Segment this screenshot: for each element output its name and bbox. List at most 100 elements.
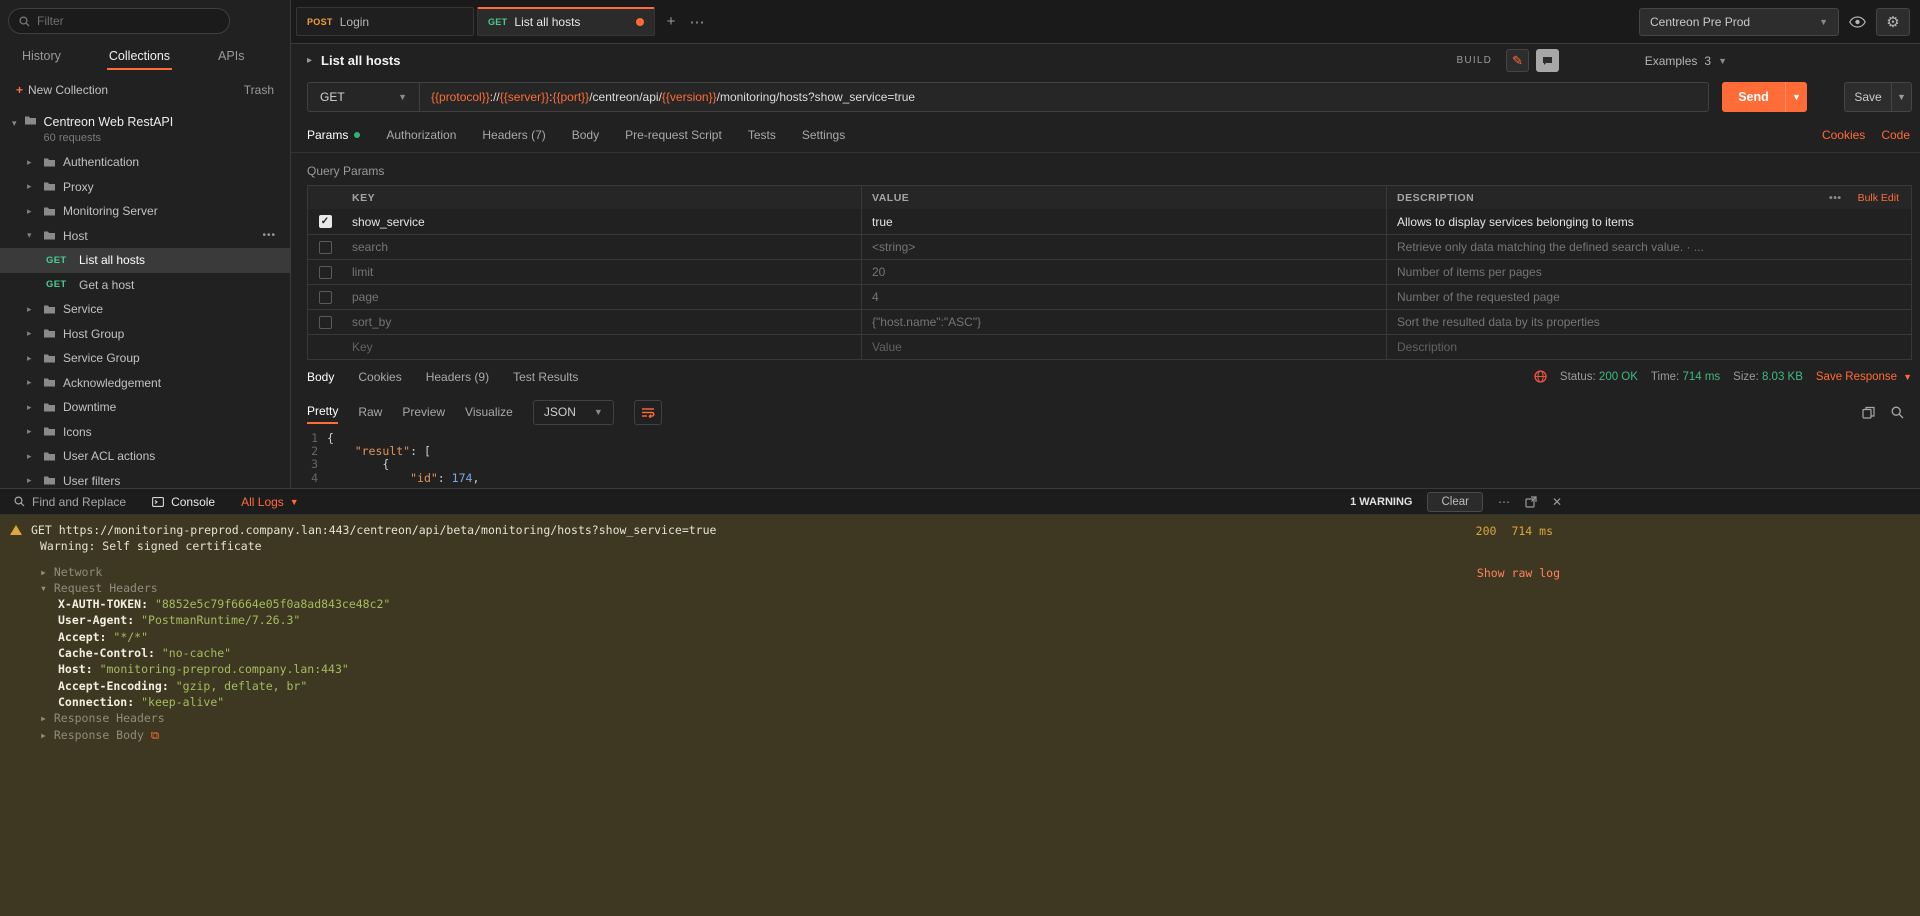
param-value[interactable]: Value [861,335,1386,359]
response-tab-body[interactable]: Body [307,370,334,384]
bulk-edit-button[interactable]: Bulk Edit [1858,192,1899,204]
param-key[interactable]: limit [342,260,861,284]
param-checkbox[interactable] [319,266,332,279]
response-tab-headers-9-[interactable]: Headers (9) [426,370,489,384]
param-value[interactable]: true [861,209,1386,234]
format-select[interactable]: JSON ▼ [533,400,614,425]
param-checkbox[interactable]: ✓ [319,215,332,228]
console-tab-button[interactable]: Console [152,495,215,509]
filter-box[interactable] [8,8,230,34]
save-options-button[interactable]: ▼ [1891,82,1912,112]
network-warning-globe-icon[interactable] [1534,370,1547,383]
param-value[interactable]: 20 [861,260,1386,284]
collection-root[interactable]: ▾ Centreon Web RestAPI 60 requests [0,107,290,150]
open-tab-list-all-hosts[interactable]: GETList all hosts [477,7,655,36]
tab-params[interactable]: Params [307,128,360,142]
view-tab-preview[interactable]: Preview [402,401,445,423]
tab-pre-request-script[interactable]: Pre-request Script [625,128,722,142]
folder-proxy[interactable]: ▸Proxy [0,175,290,200]
close-console-button[interactable]: ✕ [1552,495,1562,509]
view-tab-visualize[interactable]: Visualize [465,401,513,423]
examples-dropdown[interactable]: Examples 3 ▼ [1645,54,1727,68]
new-tab-button[interactable]: + [658,9,684,35]
param-description[interactable]: Allows to display services belonging to … [1386,209,1811,234]
show-raw-log-link[interactable]: Show raw log [1477,565,1560,581]
log-filter-dropdown[interactable]: All Logs ▼ [241,495,299,509]
response-body-editor[interactable]: 1234 { "result": [ { "id": 174, [291,427,1920,488]
view-tab-raw[interactable]: Raw [358,401,382,423]
network-section-toggle[interactable]: ▸ Network [10,564,1920,580]
environment-select[interactable]: Centreon Pre Prod ▼ [1639,8,1839,36]
url-input[interactable]: {{protocol}}://{{server}}:{{port}}/centr… [420,83,1708,111]
sidebar-tab-collections[interactable]: Collections [107,44,172,70]
param-description[interactable]: Number of the requested page [1386,285,1811,309]
tab-headers-7-[interactable]: Headers (7) [482,128,545,142]
folder-downtime[interactable]: ▸Downtime [0,395,290,420]
open-tab-login[interactable]: POSTLogin [296,7,474,36]
console-more-options-button[interactable]: ⋯ [1498,495,1510,509]
folder-host[interactable]: ▾Host••• [0,224,290,249]
param-checkbox[interactable] [319,316,332,329]
console-request-entry[interactable]: GET https://monitoring-preprod.company.l… [10,522,1920,538]
param-checkbox[interactable] [319,291,332,304]
code-link[interactable]: Code [1881,128,1910,142]
request-headers-section-toggle[interactable]: ▾ Request Headers [10,580,1920,596]
send-button[interactable]: Send [1722,82,1785,112]
comment-button[interactable] [1536,49,1559,72]
settings-gear-button[interactable]: ⚙ [1876,8,1910,36]
folder-acknowledgement[interactable]: ▸Acknowledgement [0,371,290,396]
open-console-window-button[interactable] [1525,496,1537,508]
param-key[interactable]: search [342,235,861,259]
param-key[interactable]: page [342,285,861,309]
save-button[interactable]: Save [1844,82,1891,112]
trash-button[interactable]: Trash [244,83,274,97]
param-key[interactable]: show_service [342,209,861,234]
param-value[interactable]: {"host.name":"ASC"} [861,310,1386,334]
folder-host-group[interactable]: ▸Host Group [0,322,290,347]
param-description[interactable]: Description [1386,335,1811,359]
folder-monitoring-server[interactable]: ▸Monitoring Server [0,199,290,224]
sidebar-tab-history[interactable]: History [20,44,63,70]
param-value[interactable]: <string> [861,235,1386,259]
folder-user-acl-actions[interactable]: ▸User ACL actions [0,444,290,469]
param-description[interactable]: Number of items per pages [1386,260,1811,284]
response-tab-cookies[interactable]: Cookies [358,370,401,384]
response-headers-section-toggle[interactable]: ▸ Response Headers [10,710,1920,726]
more-options-icon[interactable]: ••• [262,230,276,241]
param-description[interactable]: Retrieve only data matching the defined … [1386,235,1811,259]
folder-authentication[interactable]: ▸Authentication [0,150,290,175]
tab-body[interactable]: Body [572,128,599,142]
response-body-section-toggle[interactable]: ▸ Response Body⧉ [10,727,1920,743]
edit-pencil-button[interactable]: ✎ [1506,49,1529,72]
save-response-button[interactable]: Save Response▼ [1816,371,1912,383]
param-key[interactable]: Key [342,335,861,359]
find-and-replace-button[interactable]: Find and Replace [14,495,126,509]
folder-icons[interactable]: ▸Icons [0,420,290,445]
folder-service[interactable]: ▸Service [0,297,290,322]
external-link-icon[interactable]: ⧉ [151,728,159,742]
tab-settings[interactable]: Settings [802,128,845,142]
response-tab-test-results[interactable]: Test Results [513,370,578,384]
wrap-lines-button[interactable] [634,400,662,425]
param-checkbox[interactable] [319,241,332,254]
folder-service-group[interactable]: ▸Service Group [0,346,290,371]
param-description[interactable]: Sort the resulted data by its properties [1386,310,1811,334]
clear-console-button[interactable]: Clear [1427,492,1482,512]
cookies-link[interactable]: Cookies [1822,128,1865,142]
collapse-caret-icon[interactable]: ▸ [307,55,312,66]
view-tab-pretty[interactable]: Pretty [307,400,338,424]
param-value[interactable]: 4 [861,285,1386,309]
search-response-button[interactable] [1891,406,1904,419]
request-list-all-hosts[interactable]: GETList all hosts [0,248,290,273]
more-tabs-button[interactable]: ⋯ [684,9,710,35]
more-options-icon[interactable]: ••• [1829,192,1842,204]
param-key[interactable]: sort_by [342,310,861,334]
sidebar-tab-apis[interactable]: APIs [216,44,246,70]
tab-authorization[interactable]: Authorization [386,128,456,142]
copy-response-button[interactable] [1862,406,1875,419]
request-get-a-host[interactable]: GETGet a host [0,273,290,298]
method-select[interactable]: GET ▼ [308,83,420,111]
filter-input[interactable] [37,14,219,28]
tab-tests[interactable]: Tests [748,128,776,142]
folder-user-filters[interactable]: ▸User filters [0,469,290,489]
